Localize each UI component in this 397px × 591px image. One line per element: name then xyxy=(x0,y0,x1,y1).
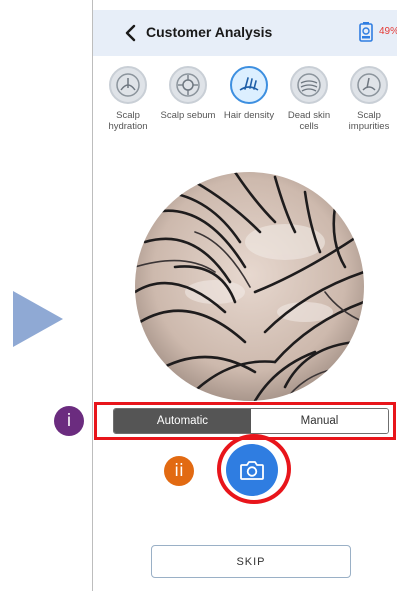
category-label: Scalp impurities xyxy=(348,110,390,132)
category-label: Hair density xyxy=(223,110,275,121)
scalp-camera-image xyxy=(135,172,364,401)
impurities-icon xyxy=(350,66,388,104)
category-scalp-hydration[interactable]: Scalp hydration xyxy=(98,66,158,132)
back-button[interactable] xyxy=(121,22,141,44)
page-title: Customer Analysis xyxy=(146,24,273,40)
category-scalp-impurities[interactable]: Scalp impurities xyxy=(339,66,397,132)
category-label: Dead skin cells xyxy=(287,110,331,132)
density-icon xyxy=(230,66,268,104)
battery-icon xyxy=(359,22,373,42)
battery-level: 49% xyxy=(379,26,397,37)
sebum-icon xyxy=(169,66,207,104)
category-label: Scalp sebum xyxy=(160,110,216,121)
category-dead-skin-cells[interactable]: Dead skin cells xyxy=(279,66,339,132)
app-header: Customer Analysis 49% xyxy=(93,10,397,56)
chevron-left-icon xyxy=(125,24,136,42)
highlight-circle-camera-button xyxy=(217,434,291,504)
dead-skin-icon xyxy=(290,66,328,104)
skip-button[interactable]: SKIP xyxy=(151,545,351,578)
annotation-badge-ii: ii xyxy=(164,456,194,486)
category-hair-density[interactable]: Hair density xyxy=(219,66,279,121)
analysis-category-bar: Scalp hydration Scalp sebum Hair density… xyxy=(93,60,397,145)
category-scalp-sebum[interactable]: Scalp sebum xyxy=(158,66,218,121)
pointer-arrow-icon xyxy=(13,291,63,347)
hydration-icon xyxy=(109,66,147,104)
annotation-badge-i: i xyxy=(54,406,84,436)
category-label: Scalp hydration xyxy=(108,110,148,132)
